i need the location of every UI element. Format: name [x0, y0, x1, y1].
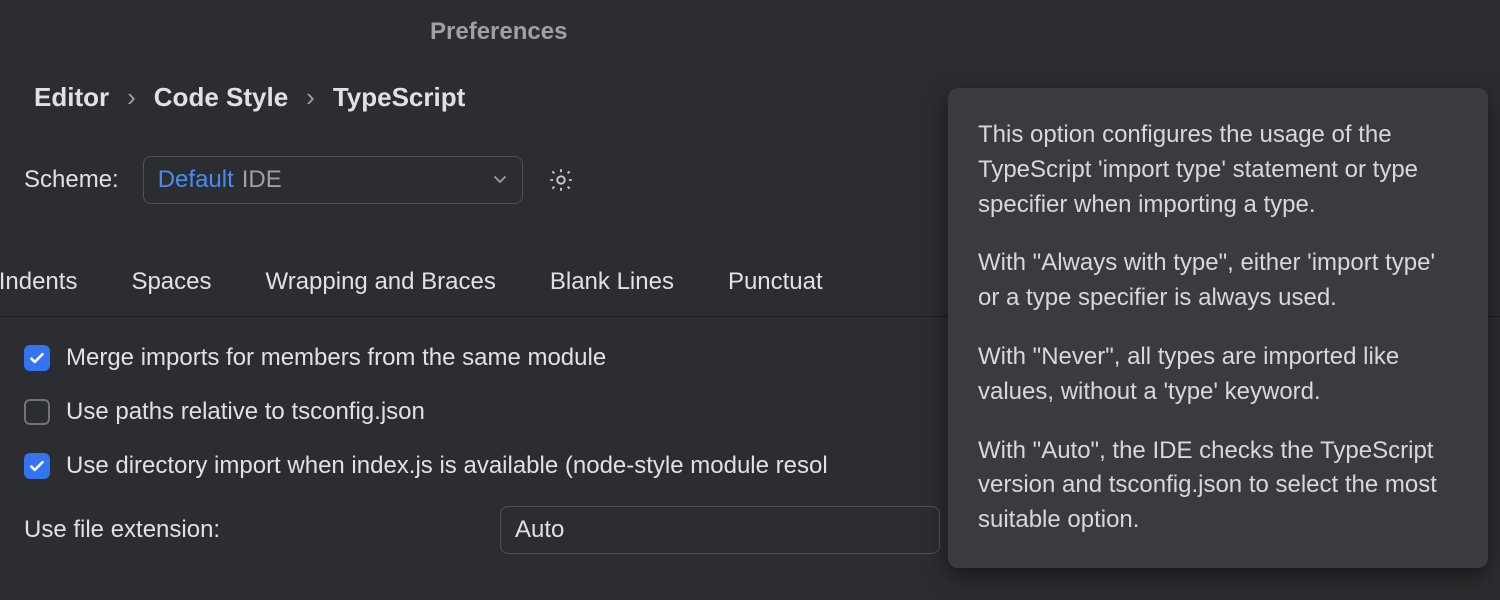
file-extension-select[interactable]: Auto — [500, 506, 940, 554]
breadcrumb-code-style[interactable]: Code Style — [154, 82, 288, 113]
window-title: Preferences — [430, 18, 567, 46]
breadcrumb-editor[interactable]: Editor — [34, 82, 109, 113]
chevron-down-icon — [492, 166, 508, 194]
chevron-right-icon: › — [127, 82, 136, 113]
checkbox-merge-imports[interactable] — [24, 345, 50, 371]
tooltip-paragraph: With "Auto", the IDE checks the TypeScri… — [978, 434, 1458, 538]
tab-punctuation[interactable]: Punctuat — [728, 268, 823, 296]
label-directory-import: Use directory import when index.js is av… — [66, 452, 828, 480]
breadcrumb-typescript[interactable]: TypeScript — [333, 82, 465, 113]
label-merge-imports: Merge imports for members from the same … — [66, 344, 606, 372]
tab-wrapping-and-braces[interactable]: Wrapping and Braces — [266, 268, 496, 296]
scheme-label: Scheme: — [24, 166, 119, 194]
label-use-file-extension: Use file extension: — [24, 516, 482, 544]
scheme-select[interactable]: Default IDE — [143, 156, 523, 204]
scheme-value-secondary: IDE — [242, 166, 282, 194]
chevron-right-icon: › — [306, 82, 315, 113]
tooltip-paragraph: This option configures the usage of the … — [978, 118, 1458, 222]
tab-tabs-and-indents[interactable]: and Indents — [0, 268, 77, 296]
label-use-paths-relative: Use paths relative to tsconfig.json — [66, 398, 425, 426]
checkbox-directory-import[interactable] — [24, 453, 50, 479]
tooltip-paragraph: With "Always with type", either 'import … — [978, 246, 1458, 316]
tab-blank-lines[interactable]: Blank Lines — [550, 268, 674, 296]
help-tooltip: This option configures the usage of the … — [948, 88, 1488, 568]
tab-spaces[interactable]: Spaces — [131, 268, 211, 296]
breadcrumb: Editor › Code Style › TypeScript — [34, 82, 465, 113]
file-extension-value: Auto — [515, 516, 564, 544]
gear-icon[interactable] — [547, 166, 575, 194]
scheme-value-primary: Default — [158, 166, 234, 194]
tooltip-paragraph: With "Never", all types are imported lik… — [978, 340, 1458, 410]
checkbox-use-paths-relative[interactable] — [24, 399, 50, 425]
